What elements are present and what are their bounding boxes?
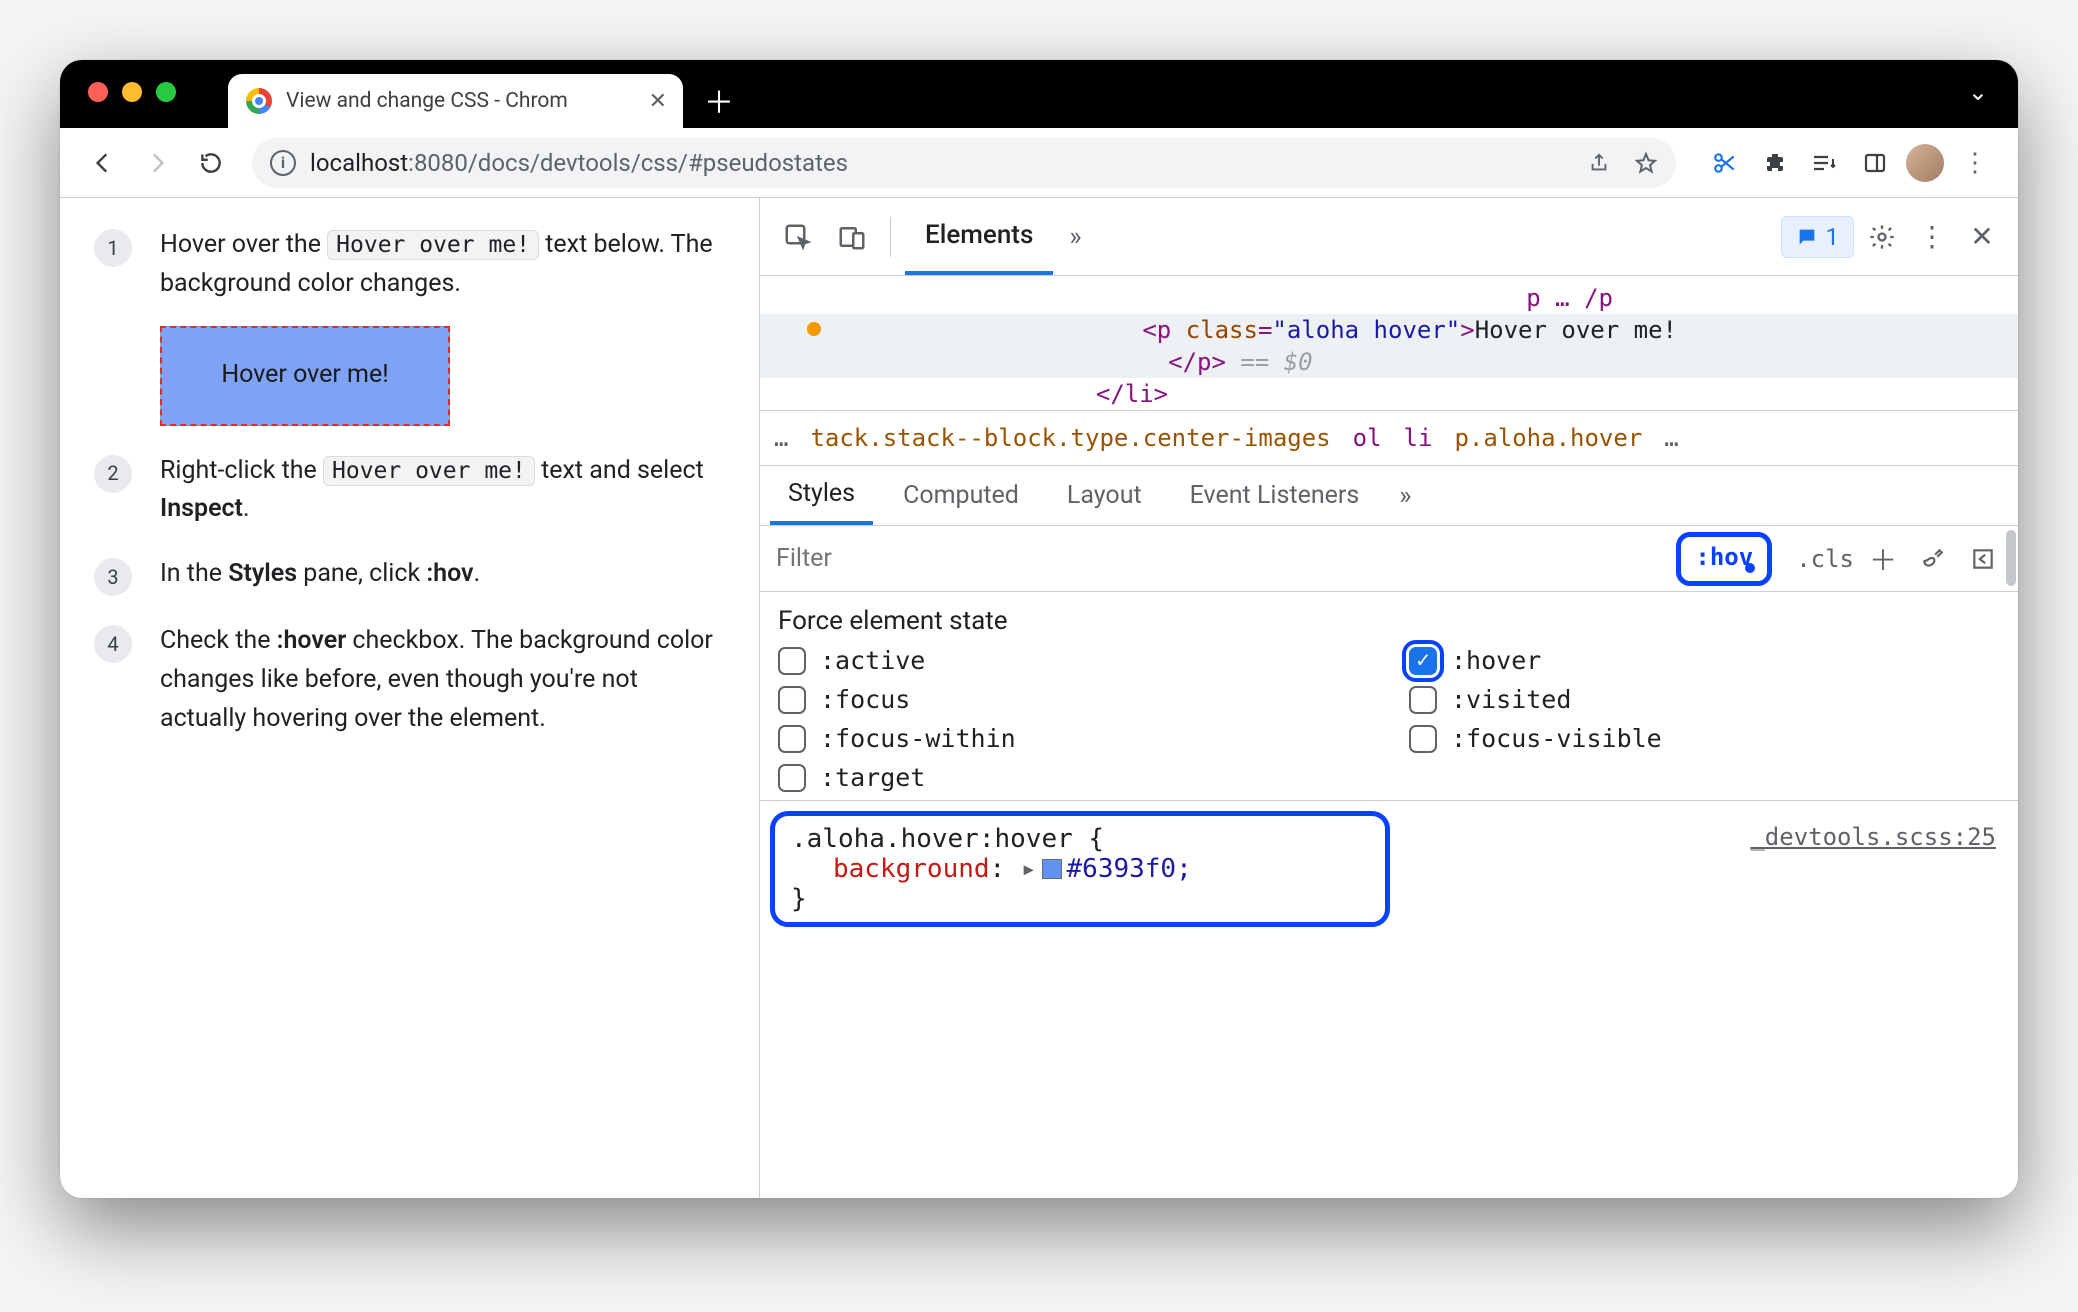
side-panel-icon[interactable]: [1852, 140, 1898, 186]
dom-tree[interactable]: p … /p <p class="aloha hover">Hover over…: [760, 276, 2018, 410]
minimize-window-button[interactable]: [122, 82, 142, 102]
toggle-pseudo-hov-button[interactable]: :hov: [1676, 532, 1772, 586]
issues-counter[interactable]: 1: [1781, 216, 1855, 258]
tab-list-chevron-icon[interactable]: ⌄: [1968, 78, 1988, 106]
tab-elements[interactable]: Elements: [905, 198, 1053, 275]
window-controls: [88, 82, 176, 102]
hover-demo-element[interactable]: Hover over me!: [160, 326, 450, 426]
scissors-icon[interactable]: [1702, 140, 1748, 186]
more-sidebar-tabs-icon[interactable]: »: [1389, 481, 1421, 511]
state-visited[interactable]: :visited: [1409, 685, 2000, 714]
chrome-favicon-icon: [246, 88, 272, 114]
tab-computed[interactable]: Computed: [885, 466, 1037, 525]
step-3: 3 In the Styles pane, click :hov.: [94, 555, 715, 596]
new-style-rule-icon[interactable]: ＋: [1862, 539, 1904, 579]
step-4: 4 Check the :hover checkbox. The backgro…: [94, 622, 715, 738]
breadcrumb-overflow-icon[interactable]: …: [774, 424, 788, 452]
close-tab-icon[interactable]: ✕: [649, 89, 667, 114]
state-active[interactable]: :active: [778, 646, 1369, 675]
browser-toolbar: i localhost:8080/docs/devtools/css/#pseu…: [60, 128, 2018, 198]
device-toggle-icon[interactable]: [828, 213, 876, 261]
browser-window: View and change CSS - Chrom ✕ ＋ ⌄ i loca…: [60, 60, 2018, 1198]
devtools-panel: Elements » 1 ⋮ ✕ p … /p: [760, 198, 2018, 1198]
step-bullet: 1: [94, 229, 132, 267]
step-1: 1 Hover over the Hover over me! text bel…: [94, 226, 715, 426]
new-tab-button[interactable]: ＋: [695, 76, 743, 124]
more-tabs-chevron-icon[interactable]: »: [1059, 222, 1091, 252]
tab-styles[interactable]: Styles: [770, 466, 873, 525]
styles-filter-input[interactable]: [774, 543, 1668, 574]
zoom-window-button[interactable]: [156, 82, 176, 102]
toggle-cls-button[interactable]: .cls: [1796, 545, 1854, 573]
forward-button[interactable]: [134, 140, 180, 186]
paint-brush-icon[interactable]: [1912, 546, 1954, 572]
close-window-button[interactable]: [88, 82, 108, 102]
state-focus[interactable]: :focus: [778, 685, 1369, 714]
extensions-icon[interactable]: [1752, 140, 1798, 186]
reload-button[interactable]: [188, 140, 234, 186]
tab-event-listeners[interactable]: Event Listeners: [1172, 466, 1378, 525]
inspect-element-icon[interactable]: [774, 213, 822, 261]
state-focus-within[interactable]: :focus-within: [778, 724, 1369, 753]
state-target[interactable]: :target: [778, 763, 1369, 792]
styles-filter-row: :hov .cls ＋: [760, 526, 2018, 592]
checkbox-checked-icon: [1409, 647, 1437, 675]
profile-avatar[interactable]: [1902, 140, 1948, 186]
back-button[interactable]: [80, 140, 126, 186]
rule-source-link[interactable]: _devtools.scss:25: [1750, 823, 1996, 851]
expand-shorthand-icon[interactable]: ▸: [1021, 854, 1037, 884]
tab-strip: View and change CSS - Chrom ✕ ＋ ⌄: [60, 60, 2018, 128]
step-2: 2 Right-click the Hover over me! text an…: [94, 452, 715, 530]
tab-layout[interactable]: Layout: [1049, 466, 1160, 525]
browser-tab[interactable]: View and change CSS - Chrom ✕: [228, 74, 683, 128]
devtools-menu-icon[interactable]: ⋮: [1910, 215, 1954, 259]
settings-gear-icon[interactable]: [1860, 215, 1904, 259]
content-area: 1 Hover over the Hover over me! text bel…: [60, 198, 2018, 1198]
styles-sidebar-tabs: Styles Computed Layout Event Listeners »: [760, 466, 2018, 526]
css-rule-highlight[interactable]: .aloha.hover:hover { background: ▸#6393f…: [770, 811, 1390, 927]
state-focus-visible[interactable]: :focus-visible: [1409, 724, 2000, 753]
state-hover[interactable]: :hover: [1409, 646, 2000, 675]
force-state-panel: Force element state :active :hover :focu…: [760, 592, 2018, 801]
force-state-title: Force element state: [778, 606, 2000, 636]
tab-title: View and change CSS - Chrom: [286, 89, 635, 113]
devtools-toolbar: Elements » 1 ⋮ ✕: [760, 198, 2018, 276]
bookmark-star-icon[interactable]: [1634, 151, 1658, 175]
reading-list-icon[interactable]: [1802, 140, 1848, 186]
computed-toggle-icon[interactable]: [1962, 546, 2004, 572]
dom-breadcrumb[interactable]: … tack.stack--block.type.center-images o…: [760, 410, 2018, 466]
address-bar[interactable]: i localhost:8080/docs/devtools/css/#pseu…: [252, 138, 1676, 188]
share-icon[interactable]: [1588, 151, 1610, 175]
color-swatch-icon[interactable]: [1042, 859, 1062, 879]
url-text: localhost:8080/docs/devtools/css/#pseudo…: [310, 149, 848, 177]
page-content: 1 Hover over the Hover over me! text bel…: [60, 198, 760, 1198]
close-devtools-icon[interactable]: ✕: [1960, 215, 2004, 259]
forced-state-indicator-icon: [807, 322, 821, 336]
inline-code: Hover over me!: [327, 230, 539, 260]
rule-selector[interactable]: .aloha.hover:hover {: [791, 824, 1369, 854]
scrollbar-thumb[interactable]: [2006, 530, 2016, 586]
site-info-icon[interactable]: i: [270, 150, 296, 176]
chrome-menu-button[interactable]: ⋮: [1952, 140, 1998, 186]
